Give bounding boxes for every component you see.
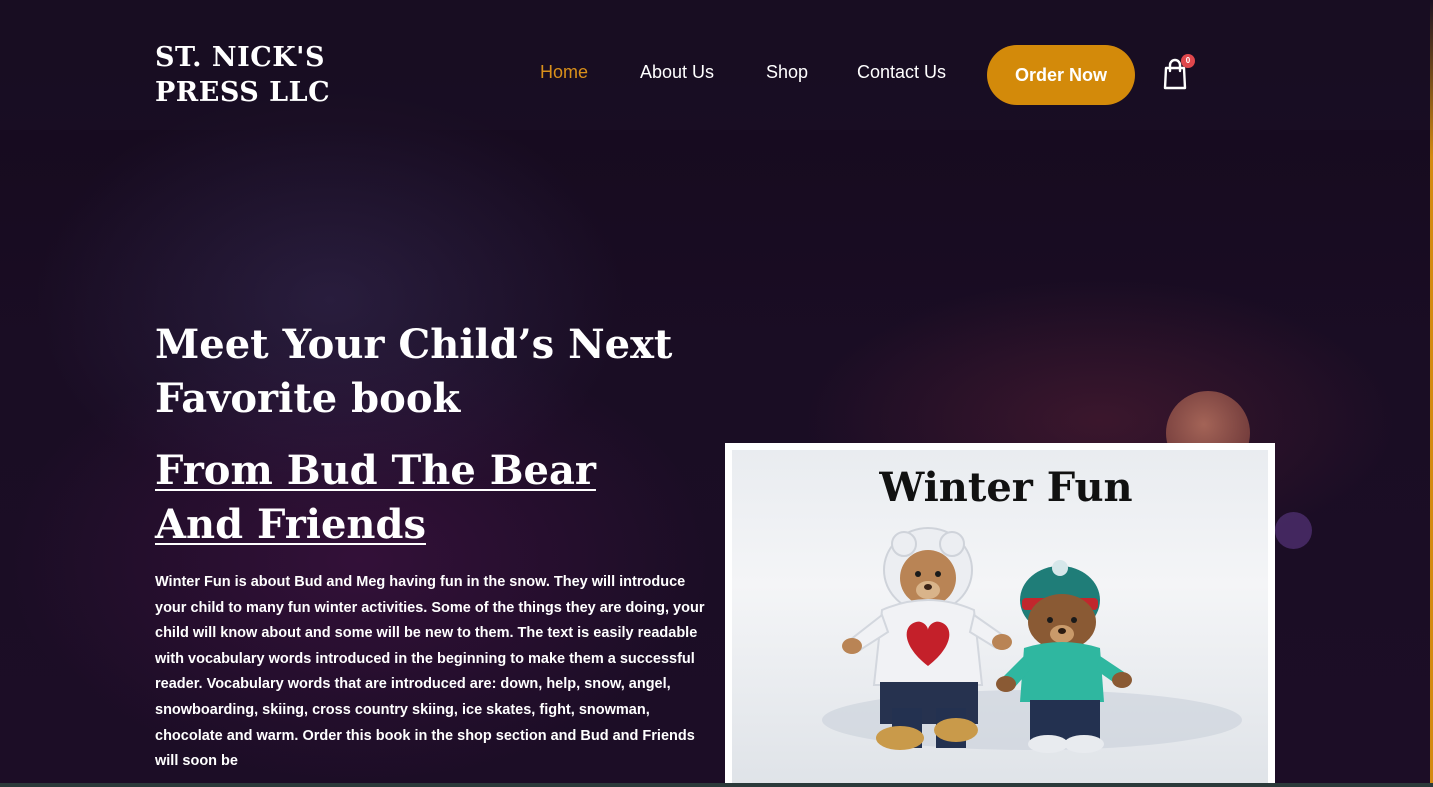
logo-line-2: PRESS LLC: [155, 77, 331, 108]
bottom-bar: [0, 783, 1433, 787]
nav-home-link[interactable]: Home: [540, 62, 588, 83]
nav-shop-link[interactable]: Shop: [766, 62, 808, 83]
logo-line-1: ST. NICK'S: [155, 42, 325, 73]
nav-about-us-link[interactable]: About Us: [640, 62, 714, 83]
teddy-bears-illustration: [822, 527, 1242, 753]
hero-heading: Meet Your Child’s Next Favorite book: [155, 321, 673, 422]
site-logo[interactable]: ST. NICK'S PRESS LLC: [155, 40, 355, 110]
cart-count-badge: 0: [1181, 54, 1195, 68]
page: ST. NICK'S PRESS LLC Home About Us Shop …: [0, 0, 1433, 787]
book-description: Winter Fun is about Bud and Meg having f…: [155, 574, 705, 770]
order-now-button[interactable]: Order Now: [987, 45, 1135, 105]
nav-contact-us-link[interactable]: Contact Us: [857, 62, 946, 83]
decorative-orb-small: [1275, 512, 1312, 549]
book-title-link[interactable]: From Bud The Bear And Friends: [155, 444, 675, 552]
book-cover-image: Winter Fun: [732, 450, 1268, 787]
